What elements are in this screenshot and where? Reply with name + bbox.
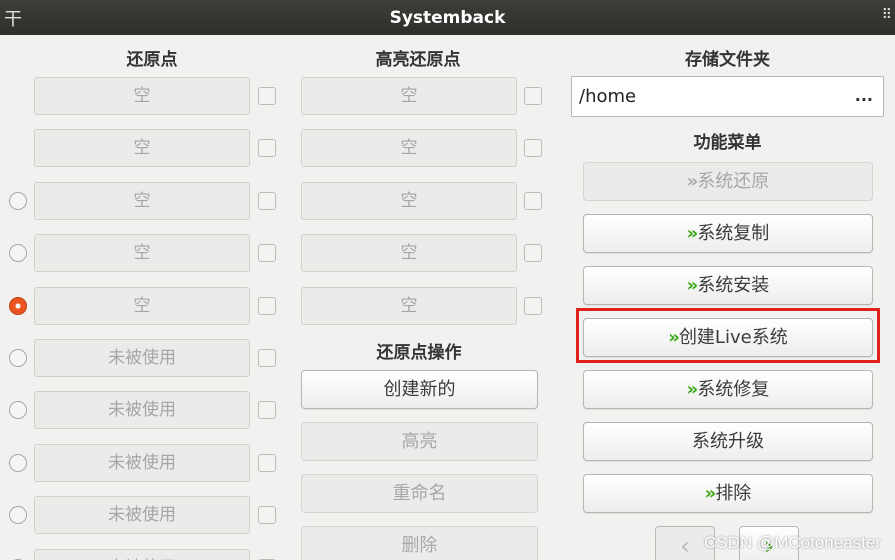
- restore-point-checkbox[interactable]: [258, 349, 276, 367]
- window-title: Systemback: [389, 8, 506, 28]
- highlight-button[interactable]: 高亮: [301, 422, 538, 461]
- function-menu-button[interactable]: » 系统修复: [583, 370, 873, 409]
- grip-icon[interactable]: ⠿: [882, 7, 892, 23]
- restore-point-radio[interactable]: [9, 506, 27, 525]
- restore-point-checkbox[interactable]: [258, 401, 276, 420]
- restore-point-checkbox[interactable]: [258, 139, 276, 158]
- highlighted-point-slot[interactable]: 空: [301, 77, 517, 115]
- function-menu-label: 系统复制: [697, 223, 770, 244]
- highlighted-point-checkbox[interactable]: [524, 191, 542, 210]
- restore-point-checkbox[interactable]: [258, 87, 276, 105]
- watermark-text: CSDN @MCotoneaster: [704, 533, 881, 552]
- restore-point-radio[interactable]: [9, 191, 27, 210]
- highlighted-point-slot[interactable]: 空: [301, 181, 517, 220]
- annotation-highlight-box: [576, 308, 880, 363]
- storage-path-text: /home: [579, 86, 637, 107]
- create-new-button[interactable]: 创建新的: [301, 370, 538, 409]
- restore-point-radio[interactable]: [9, 349, 27, 367]
- function-menu-label: 系统升级: [692, 431, 764, 452]
- restore-point-slot[interactable]: 未被使用: [34, 496, 250, 535]
- restore-point-checkbox[interactable]: [258, 506, 276, 525]
- restore-point-checkbox[interactable]: [258, 296, 276, 315]
- window-titlebar[interactable]: 干 Systemback ⠿: [0, 0, 895, 35]
- restore-point-slot[interactable]: 空: [34, 286, 250, 325]
- restore-point-slot[interactable]: 未被使用: [34, 443, 250, 482]
- restore-point-slot[interactable]: 空: [34, 234, 250, 273]
- restore-point-slot[interactable]: 未被使用: [34, 548, 250, 560]
- function-menu-button[interactable]: » 排除: [583, 474, 873, 513]
- restore-point-checkbox[interactable]: [258, 453, 276, 472]
- restore-point-checkbox[interactable]: [258, 191, 276, 210]
- storage-path-field[interactable]: /home ...: [571, 76, 884, 117]
- restore-point-slot[interactable]: 空: [34, 181, 250, 220]
- restore-point-slot[interactable]: 空: [34, 77, 250, 115]
- restore-point-slot[interactable]: 未被使用: [34, 391, 250, 430]
- restore-point-radio[interactable]: [9, 296, 27, 315]
- function-menu-label: 系统安装: [697, 275, 770, 296]
- restore-point-radio[interactable]: [9, 401, 27, 420]
- function-menu-button[interactable]: 系统升级: [583, 422, 873, 461]
- function-menu-heading: 功能菜单: [693, 133, 762, 153]
- highlighted-point-checkbox[interactable]: [524, 296, 542, 315]
- arrow-left-icon: ‹: [680, 532, 690, 560]
- restore-point-slot[interactable]: 未被使用: [34, 339, 250, 377]
- restore-points-heading: 还原点: [126, 50, 178, 70]
- restore-point-slot[interactable]: 空: [34, 129, 250, 168]
- highlighted-point-slot[interactable]: 空: [301, 129, 517, 168]
- highlighted-points-heading: 高亮还原点: [375, 50, 461, 70]
- chevron-double-right-icon: »: [686, 275, 698, 296]
- chevron-double-right-icon: »: [686, 223, 698, 244]
- highlighted-point-checkbox[interactable]: [524, 139, 542, 158]
- storage-folder-heading: 存储文件夹: [685, 50, 770, 70]
- function-menu-button[interactable]: » 系统还原: [583, 162, 873, 201]
- chevron-double-right-icon: »: [686, 379, 698, 400]
- restore-point-radio[interactable]: [9, 453, 27, 472]
- function-menu-button[interactable]: » 系统复制: [583, 214, 873, 253]
- restore-ops-heading: 还原点操作: [376, 343, 462, 363]
- chevron-double-right-icon: »: [704, 483, 716, 504]
- restore-point-checkbox[interactable]: [258, 244, 276, 263]
- function-menu-button[interactable]: » 系统安装: [583, 266, 873, 305]
- highlighted-point-slot[interactable]: 空: [301, 234, 517, 273]
- delete-button[interactable]: 删除: [301, 526, 538, 560]
- highlighted-point-checkbox[interactable]: [524, 244, 542, 263]
- chevron-double-right-icon: »: [686, 171, 698, 192]
- browse-folder-button[interactable]: ...: [855, 86, 873, 105]
- highlighted-point-checkbox[interactable]: [524, 87, 542, 105]
- highlighted-point-slot[interactable]: 空: [301, 286, 517, 325]
- function-menu-label: 排除: [715, 483, 752, 504]
- restore-point-radio[interactable]: [9, 244, 27, 263]
- function-menu-label: 系统修复: [697, 379, 770, 400]
- rename-button[interactable]: 重命名: [301, 474, 538, 513]
- function-menu-label: 系统还原: [697, 171, 770, 192]
